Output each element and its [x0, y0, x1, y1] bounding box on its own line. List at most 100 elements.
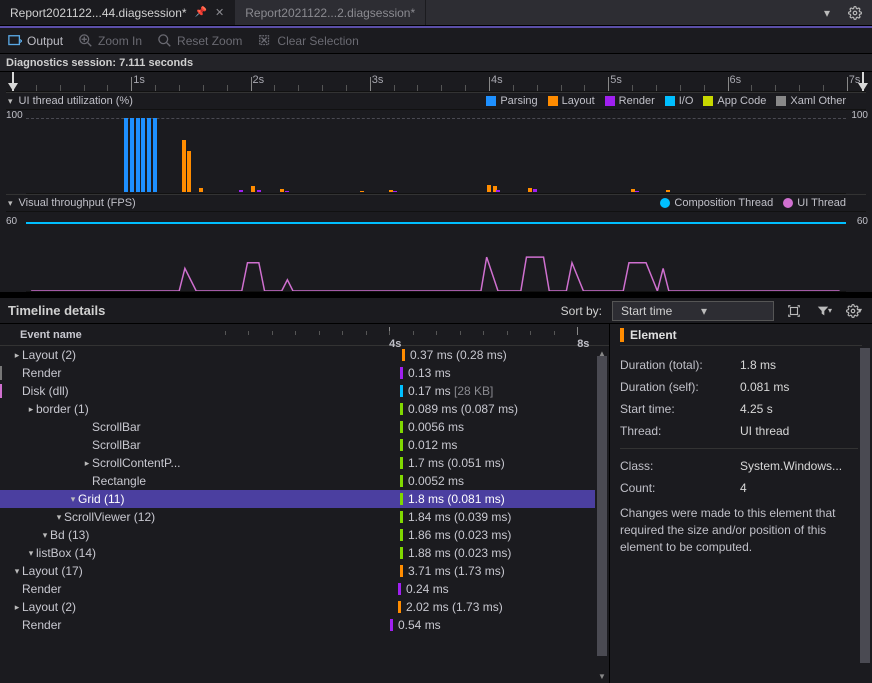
event-duration: 0.089 ms (0.087 ms): [408, 402, 518, 416]
event-row[interactable]: Layout (17)3.71 ms (1.73 ms): [0, 562, 609, 580]
event-name: border (1): [36, 402, 89, 416]
expand-arrow-icon[interactable]: [40, 530, 50, 541]
settings-gear-icon[interactable]: ▾: [844, 301, 864, 321]
expand-arrow-icon[interactable]: [12, 566, 22, 577]
time-ruler[interactable]: 1s2s3s4s5s6s7s: [6, 72, 866, 92]
event-marker: [402, 349, 405, 361]
utilization-chart[interactable]: 100 100: [26, 110, 846, 194]
output-label: Output: [27, 34, 63, 48]
close-icon[interactable]: ✕: [215, 6, 224, 19]
event-name: Bd (13): [50, 528, 89, 542]
expand-arrow-icon[interactable]: [68, 494, 78, 505]
event-row[interactable]: listBox (14)1.88 ms (0.023 ms): [0, 544, 609, 562]
prop-key: Count:: [620, 481, 740, 495]
event-duration: 0.012 ms: [408, 438, 457, 452]
zoom-in-button[interactable]: Zoom In: [79, 34, 142, 48]
event-row[interactable]: ScrollContentP...1.7 ms (0.051 ms): [0, 454, 609, 472]
legend-item: Xaml Other: [776, 95, 846, 107]
event-name: ScrollBar: [92, 438, 141, 452]
prop-val: 0.081 ms: [740, 380, 789, 394]
expand-arrow-icon[interactable]: [26, 548, 36, 559]
sort-dropdown[interactable]: Start time ▾: [612, 301, 774, 321]
event-row[interactable]: ScrollBar 0.0056 ms: [0, 418, 609, 436]
event-row[interactable]: ScrollBar 0.012 ms: [0, 436, 609, 454]
fps-header[interactable]: ▾ Visual throughput (FPS) Composition Th…: [6, 194, 866, 212]
chart-bar: [251, 186, 255, 192]
properties-title: Element: [630, 328, 677, 342]
reset-zoom-label: Reset Zoom: [177, 34, 242, 48]
ruler-label: 7s: [849, 74, 861, 86]
event-row[interactable]: Layout (2)2.02 ms (1.73 ms): [0, 598, 609, 616]
event-row[interactable]: Bd (13)1.86 ms (0.023 ms): [0, 526, 609, 544]
event-row[interactable]: Rectangle0.0052 ms: [0, 472, 609, 490]
chart-bar: [153, 118, 157, 192]
event-duration: 1.88 ms (0.023 ms): [408, 546, 511, 560]
event-row[interactable]: Render0.24 ms: [0, 580, 609, 598]
clear-selection-icon: [258, 34, 272, 48]
event-marker: [400, 385, 403, 397]
chart-bar: [666, 190, 670, 192]
legend-item: Layout: [548, 95, 595, 107]
expand-arrow-icon[interactable]: [26, 404, 36, 415]
tab-overflow-icon[interactable]: ▾: [818, 6, 836, 20]
chart-bar: [280, 189, 284, 192]
expand-arrow-icon[interactable]: [12, 350, 22, 361]
legend-label: I/O: [679, 95, 694, 107]
prop-key: Duration (total):: [620, 358, 740, 372]
legend-label: Layout: [562, 95, 595, 107]
gear-icon[interactable]: [848, 6, 862, 20]
event-row[interactable]: ScrollViewer (12)1.84 ms (0.039 ms): [0, 508, 609, 526]
legend-swatch: [548, 96, 558, 106]
event-name: Render: [22, 582, 61, 596]
properties-header: Element: [620, 324, 862, 346]
properties-scrollbar[interactable]: [858, 346, 872, 683]
event-marker: [400, 475, 403, 487]
document-tab-active[interactable]: Report2021122...44.diagsession* 📌 ✕: [0, 0, 235, 25]
frame-select-icon[interactable]: [784, 301, 804, 321]
pin-icon[interactable]: 📌: [195, 7, 207, 18]
event-duration: 3.71 ms (1.73 ms): [408, 564, 505, 578]
event-row[interactable]: Disk (dll)0.17 ms [28 KB]: [0, 382, 609, 400]
scrollbar-thumb[interactable]: [597, 356, 607, 656]
event-row[interactable]: Grid (11)1.8 ms (0.081 ms): [0, 490, 609, 508]
scrollbar-thumb[interactable]: [860, 348, 870, 663]
ruler-label: 6s: [730, 74, 742, 86]
collapse-icon[interactable]: ▾: [8, 198, 13, 209]
event-name: Rectangle: [92, 474, 146, 488]
legend-item: App Code: [703, 95, 766, 107]
event-duration: 0.0056 ms: [408, 420, 464, 434]
filter-icon[interactable]: ▾: [814, 301, 834, 321]
expand-arrow-icon[interactable]: [82, 458, 92, 469]
scroll-down-icon[interactable]: ▼: [595, 669, 609, 683]
vertical-scrollbar[interactable]: ▲ ▼: [595, 346, 609, 683]
legend-swatch: [776, 96, 786, 106]
separator: [620, 448, 862, 449]
utilization-header[interactable]: ▾ UI thread utilization (%) ParsingLayou…: [6, 92, 866, 110]
chevron-down-icon: ▾: [693, 304, 773, 318]
prop-key: Duration (self):: [620, 380, 740, 394]
legend-label: UI Thread: [797, 197, 846, 209]
event-row[interactable]: Render0.54 ms: [0, 616, 609, 634]
event-duration: 0.13 ms: [408, 366, 451, 380]
fps-chart[interactable]: 60 60: [26, 212, 846, 292]
event-row[interactable]: Render0.13 ms: [0, 364, 609, 382]
event-tree[interactable]: Layout (2)0.37 ms (0.28 ms)Render0.13 ms…: [0, 346, 609, 683]
zoom-in-icon: [79, 34, 93, 48]
event-name: ScrollBar: [92, 420, 141, 434]
tab-strip: Report2021122...44.diagsession* 📌 ✕ Repo…: [0, 0, 872, 26]
document-tab[interactable]: Report2021122...2.diagsession*: [235, 0, 426, 25]
output-button[interactable]: Output: [8, 34, 63, 48]
event-duration: 1.84 ms (0.039 ms): [408, 510, 511, 524]
event-row[interactable]: Layout (2)0.37 ms (0.28 ms): [0, 346, 609, 364]
clear-selection-button[interactable]: Clear Selection: [258, 34, 358, 48]
reset-zoom-button[interactable]: Reset Zoom: [158, 34, 242, 48]
event-marker: [398, 601, 401, 613]
expand-arrow-icon[interactable]: [12, 602, 22, 613]
event-marker: [400, 511, 403, 523]
collapse-icon[interactable]: ▾: [8, 96, 13, 107]
ruler-handle-start-grip[interactable]: [8, 83, 18, 91]
expand-arrow-icon[interactable]: [54, 512, 64, 523]
column-event-name[interactable]: Event name: [0, 329, 200, 341]
event-marker: [400, 529, 403, 541]
event-row[interactable]: border (1) 0.089 ms (0.087 ms): [0, 400, 609, 418]
